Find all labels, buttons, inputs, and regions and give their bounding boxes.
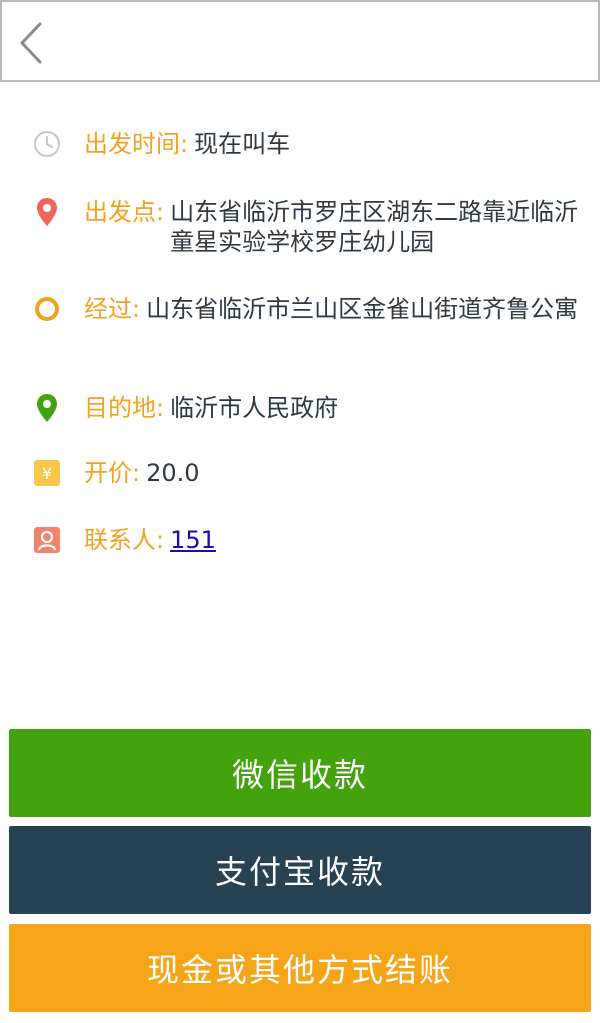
destination-value: 临沂市人民政府 — [170, 394, 339, 422]
waypoint-row: 经过: 山东省临沂市兰山区金雀山街道齐鲁公寓 — [30, 294, 590, 324]
order-detail-screen: 出发时间: 现在叫车 出发点: 山东省临沂市罗庄区湖东二路靠近临沂童星实验学校罗… — [0, 0, 600, 1023]
price-row: ¥ 开价: 20.0 — [30, 458, 590, 488]
person-icon — [30, 525, 64, 555]
waypoint-value: 山东省临沂市兰山区金雀山街道齐鲁公寓 — [146, 295, 579, 323]
depart-time-value: 现在叫车 — [194, 130, 291, 158]
origin-label: 出发点: — [84, 198, 165, 226]
back-button[interactable] — [12, 16, 52, 70]
location-pin-icon — [30, 197, 64, 227]
location-pin-icon — [30, 393, 64, 423]
cash-checkout-button[interactable]: 现金或其他方式结账 — [9, 924, 591, 1012]
destination-label: 目的地: — [84, 394, 165, 422]
yuan-icon: ¥ — [30, 458, 64, 488]
contact-phone-link[interactable]: 151 — [170, 525, 216, 555]
contact-label: 联系人: — [84, 526, 165, 554]
alipay-button[interactable]: 支付宝收款 — [9, 826, 591, 914]
origin-value: 山东省临沂市罗庄区湖东二路靠近临沂童星实验学校罗庄幼儿园 — [170, 198, 579, 256]
chevron-left-icon — [20, 22, 42, 64]
price-label: 开价: — [84, 459, 141, 487]
header-bar — [0, 0, 600, 82]
svg-text:¥: ¥ — [42, 464, 52, 483]
origin-row: 出发点: 山东省临沂市罗庄区湖东二路靠近临沂童星实验学校罗庄幼儿园 — [30, 197, 590, 257]
depart-time-row: 出发时间: 现在叫车 — [30, 129, 590, 159]
clock-icon — [30, 129, 64, 159]
contact-row: 联系人: 151 — [30, 525, 590, 555]
ring-icon — [30, 294, 64, 324]
wechat-pay-button[interactable]: 微信收款 — [9, 729, 591, 817]
destination-row: 目的地: 临沂市人民政府 — [30, 393, 590, 423]
waypoint-label: 经过: — [84, 295, 141, 323]
depart-time-label: 出发时间: — [84, 130, 189, 158]
price-value: 20.0 — [146, 459, 200, 487]
